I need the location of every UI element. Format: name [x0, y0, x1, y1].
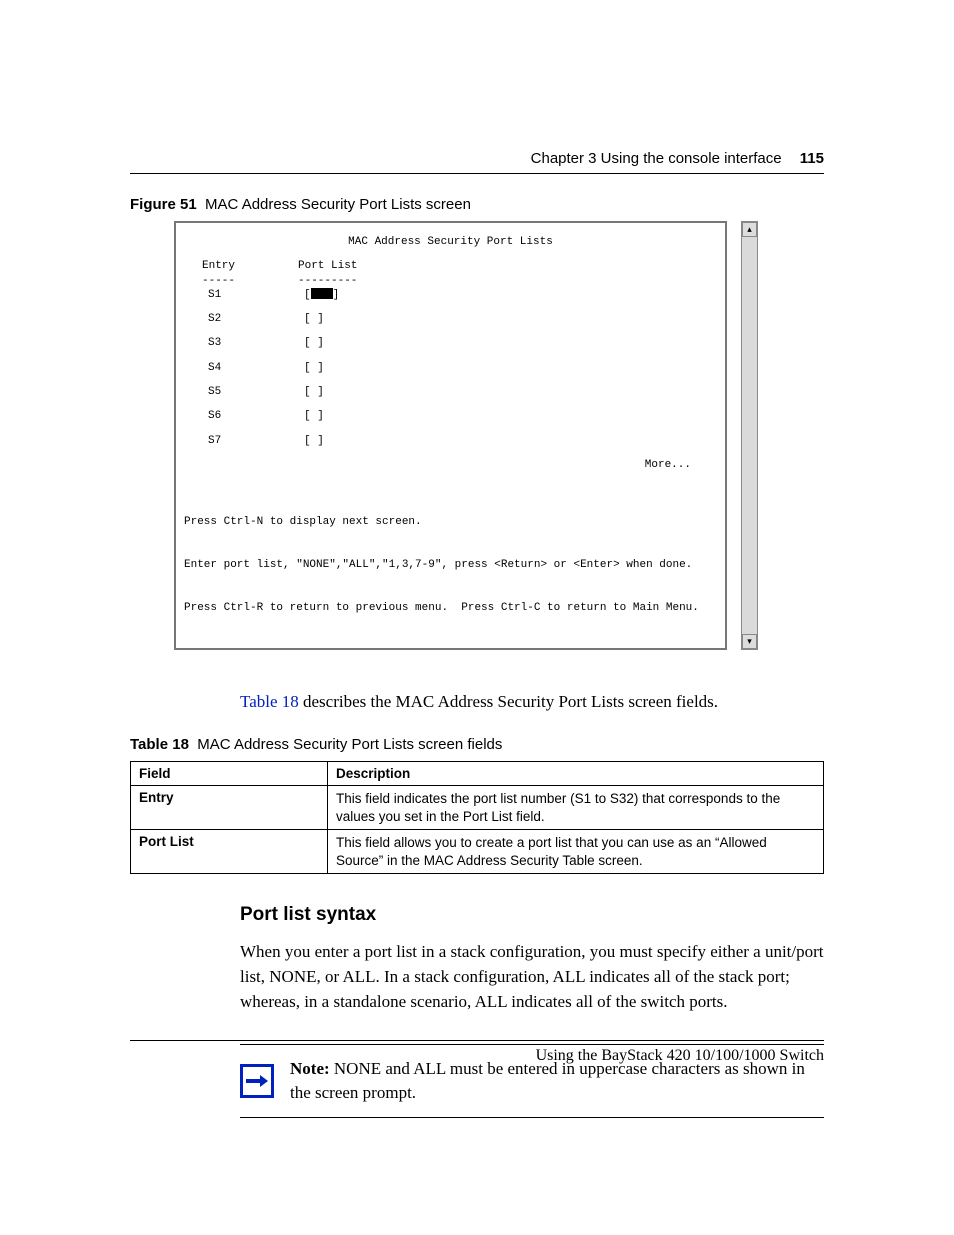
- portlist-cell: []: [304, 288, 339, 302]
- table-xref-link[interactable]: Table 18: [240, 692, 299, 711]
- body-paragraph: When you enter a port list in a stack co…: [240, 940, 824, 1014]
- table-label: Table 18: [130, 736, 189, 753]
- more-indicator: More...: [184, 458, 717, 472]
- th-field: Field: [131, 762, 328, 786]
- field-cell: Port List: [131, 830, 328, 874]
- intro-text: describes the MAC Address Security Port …: [299, 692, 718, 711]
- table-row: S1 []: [184, 288, 717, 302]
- table-row: Port List This field allows you to creat…: [131, 830, 824, 874]
- help-line: Press Ctrl-N to display next screen.: [184, 515, 717, 529]
- note-body: NONE and ALL must be entered in uppercas…: [290, 1059, 805, 1102]
- portlist-cell: [ ]: [304, 361, 324, 375]
- scrollbar[interactable]: ▴ ▾: [741, 221, 758, 650]
- portlist-cell: [ ]: [304, 312, 324, 326]
- table-caption: Table 18 MAC Address Security Port Lists…: [130, 736, 824, 753]
- desc-cell: This field allows you to create a port l…: [328, 830, 824, 874]
- entry-cell: S7: [184, 434, 304, 448]
- page-number: 115: [800, 150, 824, 167]
- table-row: Entry This field indicates the port list…: [131, 786, 824, 830]
- help-line: Press Ctrl-R to return to previous menu.…: [184, 601, 717, 615]
- figure-caption: Figure 51 MAC Address Security Port List…: [130, 196, 824, 213]
- col-header-portlist: Port List: [298, 259, 357, 273]
- figure-title: MAC Address Security Port Lists screen: [205, 196, 471, 213]
- entry-cell: S3: [184, 336, 304, 350]
- text-cursor: [311, 288, 333, 299]
- scroll-down-button[interactable]: ▾: [742, 634, 757, 649]
- footer-text: Using the BayStack 420 10/100/1000 Switc…: [536, 1047, 824, 1064]
- section-heading: Port list syntax: [240, 904, 824, 926]
- entry-cell: S2: [184, 312, 304, 326]
- console-title: MAC Address Security Port Lists: [184, 235, 717, 249]
- figure-label: Figure 51: [130, 196, 197, 213]
- arrow-right-icon: [240, 1064, 274, 1098]
- field-cell: Entry: [131, 786, 328, 830]
- fields-table: Field Description Entry This field indic…: [130, 761, 824, 874]
- intro-paragraph: Table 18 describes the MAC Address Secur…: [240, 690, 824, 715]
- table-row: S5 [ ]: [184, 385, 717, 399]
- portlist-cell: [ ]: [304, 336, 324, 350]
- desc-cell: This field indicates the port list numbe…: [328, 786, 824, 830]
- table-title: MAC Address Security Port Lists screen f…: [197, 736, 502, 753]
- portlist-cell: [ ]: [304, 434, 324, 448]
- col-dash: ---------: [298, 274, 357, 288]
- col-header-entry: Entry: [184, 259, 298, 273]
- table-row: S3 [ ]: [184, 336, 717, 350]
- entry-cell: S5: [184, 385, 304, 399]
- table-row: S7 [ ]: [184, 434, 717, 448]
- help-line: Enter port list, "NONE","ALL","1,3,7-9",…: [184, 558, 717, 572]
- portlist-cell: [ ]: [304, 385, 324, 399]
- running-header: Chapter 3 Using the console interface 11…: [130, 150, 824, 174]
- col-dash: -----: [184, 274, 298, 288]
- scroll-up-button[interactable]: ▴: [742, 222, 757, 237]
- entry-cell: S1: [184, 288, 304, 302]
- th-description: Description: [328, 762, 824, 786]
- entry-cell: S4: [184, 361, 304, 375]
- table-header-row: Field Description: [131, 762, 824, 786]
- console-screenshot: MAC Address Security Port Lists Entry Po…: [174, 221, 758, 650]
- entry-cell: S6: [184, 409, 304, 423]
- footer: Using the BayStack 420 10/100/1000 Switc…: [130, 1040, 824, 1065]
- table-row: S6 [ ]: [184, 409, 717, 423]
- table-row: S4 [ ]: [184, 361, 717, 375]
- chapter-title: Chapter 3 Using the console interface: [531, 150, 782, 167]
- portlist-cell: [ ]: [304, 409, 324, 423]
- table-row: S2 [ ]: [184, 312, 717, 326]
